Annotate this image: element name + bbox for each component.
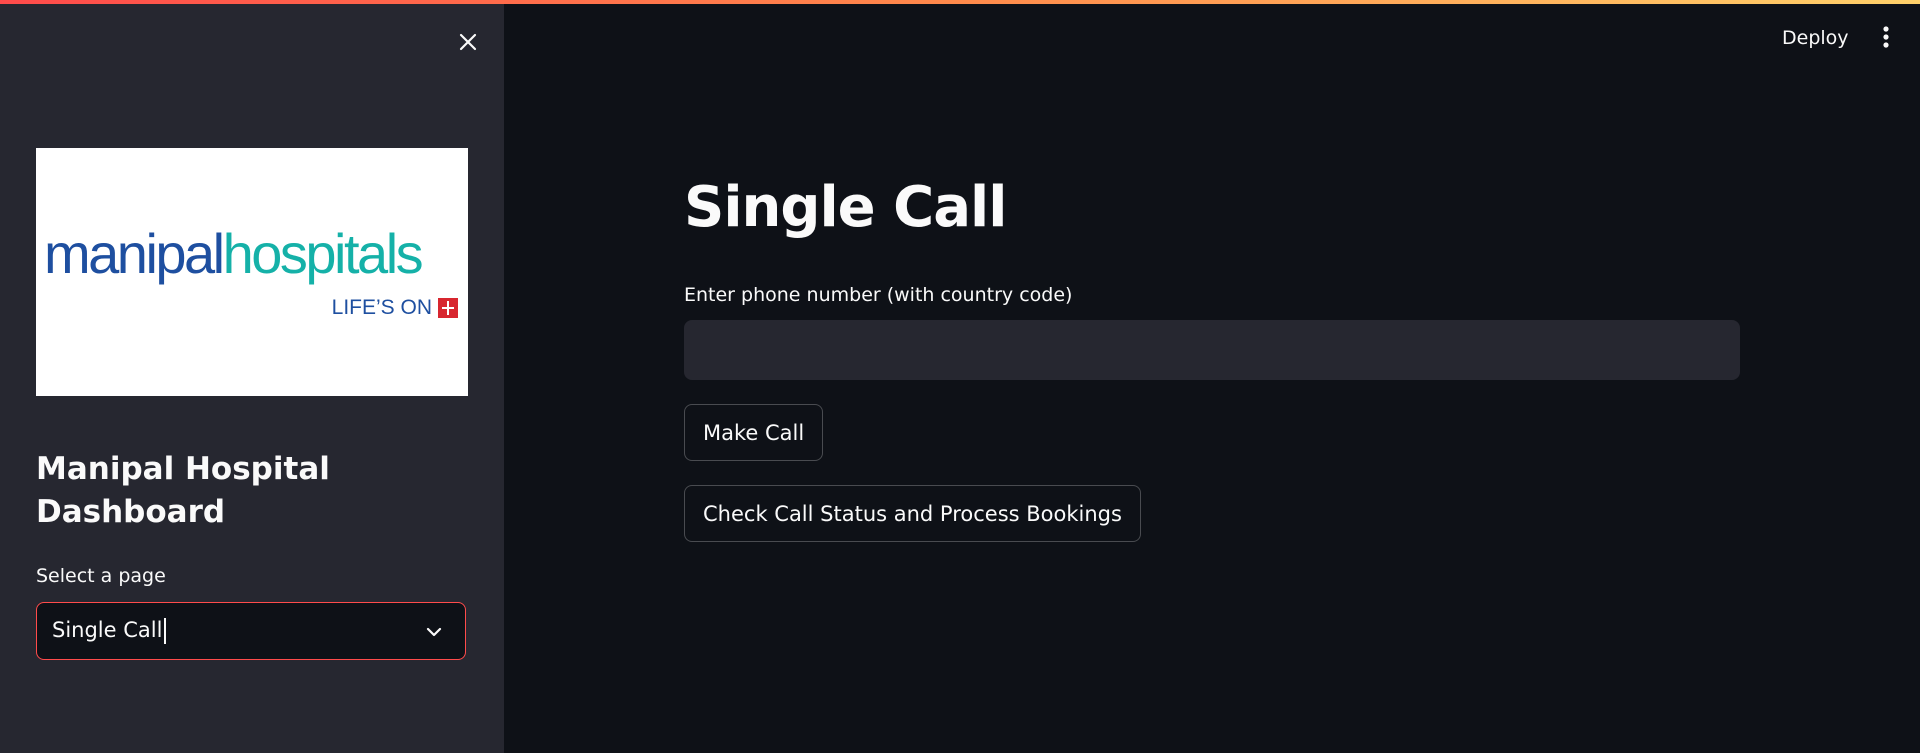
logo-tagline-text: LIFE’S ON <box>331 296 432 319</box>
text-cursor <box>164 618 166 644</box>
close-icon <box>459 33 477 51</box>
hospital-logo: manipalhospitals LIFE’S ON <box>36 148 468 396</box>
sidebar: manipalhospitals LIFE’S ON Manipal Hospi… <box>0 0 504 753</box>
page-select-label: Select a page <box>36 565 166 587</box>
deploy-button[interactable]: Deploy <box>1770 20 1861 56</box>
make-call-button[interactable]: Make Call <box>684 404 824 461</box>
sidebar-title: Manipal Hospital Dashboard <box>36 451 330 530</box>
check-call-status-button[interactable]: Check Call Status and Process Bookings <box>684 485 1141 542</box>
logo-wordmark-part1: manipal <box>44 222 225 285</box>
logo-mark-icon <box>438 298 458 318</box>
page-select[interactable]: Single Call <box>36 602 466 660</box>
phone-input-label: Enter phone number (with country code) <box>684 284 1073 306</box>
chevron-down-icon[interactable] <box>423 621 445 643</box>
sidebar-close-button[interactable] <box>452 26 484 58</box>
logo-wordmark-part2: hospitals <box>222 222 424 285</box>
top-decoration-bar <box>0 0 1920 4</box>
logo-tagline: LIFE’S ON <box>332 296 458 320</box>
main-menu-button[interactable] <box>1874 22 1898 52</box>
kebab-vertical-icon <box>1883 26 1889 48</box>
logo-wordmark: manipalhospitals <box>44 226 424 282</box>
page-select-value[interactable]: Single Call <box>52 618 166 644</box>
phone-input[interactable] <box>684 320 1740 380</box>
page-select-value-text: Single Call <box>52 618 163 642</box>
page-title: Single Call <box>684 175 1007 240</box>
